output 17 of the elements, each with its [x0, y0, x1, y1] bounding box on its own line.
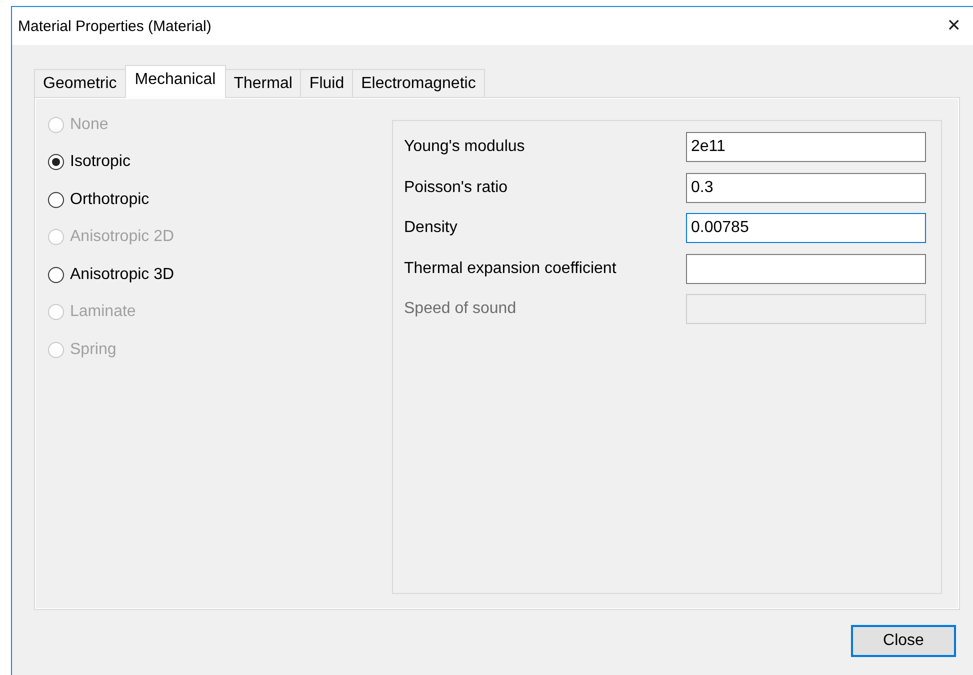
field-label: Young's modulus — [404, 138, 526, 156]
window-title: Material Properties (Material) — [18, 18, 212, 34]
field-label: Density — [404, 219, 458, 237]
tab[interactable]: Electromagnetic — [352, 69, 485, 97]
input-field[interactable] — [686, 254, 926, 284]
field-label: Speed of sound — [404, 300, 518, 318]
radio-option[interactable]: Anisotropic 3D — [48, 256, 174, 294]
tab[interactable]: Geometric — [34, 69, 126, 97]
input-field[interactable]: 2e11 — [686, 132, 926, 162]
field-label: Poisson's ratio — [404, 178, 509, 196]
tab[interactable]: Mechanical — [124, 65, 226, 98]
field-label: Thermal expansion coefficient — [404, 260, 618, 278]
close-button[interactable]: Close — [851, 625, 956, 657]
radio-option[interactable]: Isotropic — [48, 144, 130, 181]
input-field[interactable]: 0.00785 — [686, 213, 926, 243]
input-field[interactable]: 0.3 — [686, 172, 926, 202]
radio-option[interactable]: Orthotropic — [48, 181, 150, 218]
